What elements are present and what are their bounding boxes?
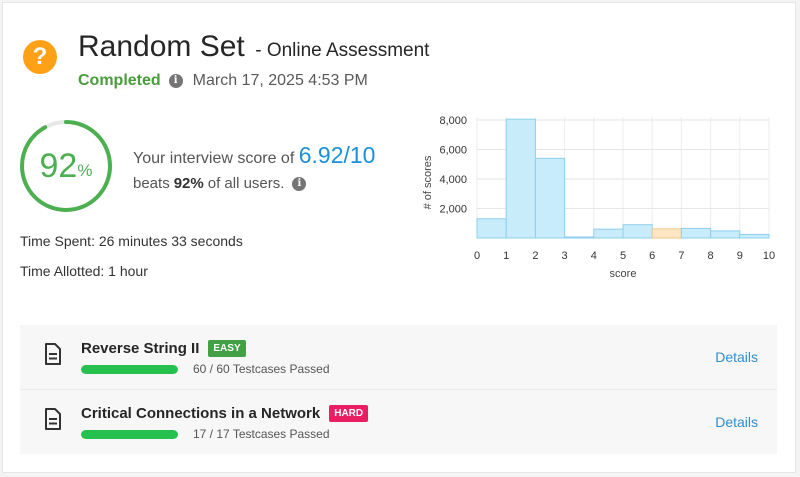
score-histogram: 2,000 4,000 6,000 8,000 0 1 2 3 4 5 6 7 8 9 10 # of s… (422, 115, 775, 280)
score-rank-prefix: beats (133, 175, 170, 192)
problem-name[interactable]: Critical Connections in a Network (81, 405, 320, 422)
chart-x-axis-label: score (610, 268, 637, 280)
problem-list: Reverse String II EASY 60 / 60 Testcases… (20, 325, 777, 454)
time-allotted: Time Allotted: 1 hour (20, 263, 148, 279)
details-link[interactable]: Details (715, 414, 758, 430)
score-rank-suffix: of all users. (207, 175, 285, 192)
x-tick-label: 10 (763, 250, 775, 262)
document-icon (45, 408, 61, 430)
difficulty-badge: EASY (208, 340, 246, 357)
y-tick-label: 4,000 (439, 174, 467, 186)
histogram-bar (651, 228, 682, 239)
histogram-bar (534, 157, 566, 239)
score-rank-percent: 92% (173, 175, 204, 192)
page-title: Random Set - Online Assessment (78, 30, 429, 64)
score-summary-label: Your interview score of (133, 150, 299, 167)
x-tick-label: 1 (503, 250, 509, 262)
problem-row: Reverse String II EASY 60 / 60 Testcases… (20, 325, 777, 389)
histogram-bar (593, 228, 624, 239)
chart-x-ticks: 0 1 2 3 4 5 6 7 8 9 10 (474, 250, 775, 262)
x-tick-label: 0 (474, 250, 480, 262)
score-percent: 92 % (18, 118, 114, 214)
completion-date: March 17, 2025 4:53 PM (192, 72, 368, 89)
testcase-progress-fill (81, 365, 178, 374)
score-percent-number: 92 (39, 146, 78, 185)
testcase-count: 60 / 60 Testcases Passed (193, 362, 330, 376)
chart-y-ticks: 2,000 4,000 6,000 8,000 (439, 115, 467, 216)
testcase-count: 17 / 17 Testcases Passed (193, 427, 330, 441)
histogram-bar (476, 218, 507, 239)
histogram-bar (564, 236, 595, 239)
info-icon[interactable]: i (168, 74, 183, 88)
score-summary: Your interview score of 6.92/10 (133, 142, 375, 169)
x-tick-label: 7 (678, 250, 684, 262)
testcase-progress-bar (81, 430, 178, 439)
score-percent-sign: % (77, 161, 93, 180)
problem-title[interactable]: Critical Connections in a Network HARD (81, 405, 369, 422)
info-icon[interactable]: i (292, 176, 307, 191)
histogram-bar (505, 118, 536, 239)
score-value: 6.92/10 (298, 142, 376, 168)
x-tick-label: 4 (591, 250, 597, 262)
problem-name[interactable]: Reverse String II (81, 340, 199, 357)
chart-y-axis-label: # of scores (422, 155, 434, 209)
difficulty-badge: HARD (329, 405, 369, 422)
histogram-bar (739, 233, 770, 239)
problem-title[interactable]: Reverse String II EASY (81, 340, 246, 357)
histogram-bar (680, 227, 712, 239)
y-tick-label: 2,000 (439, 203, 467, 215)
y-tick-label: 8,000 (439, 115, 467, 127)
testcase-progress-fill (81, 430, 178, 439)
status-badge: Completed (78, 72, 161, 89)
x-tick-label: 6 (649, 250, 655, 262)
histogram-bar (622, 224, 653, 239)
question-icon: ? (23, 40, 57, 74)
status-row: Completed i March 17, 2025 4:53 PM (78, 72, 368, 90)
y-tick-label: 6,000 (439, 144, 467, 156)
x-tick-label: 8 (708, 250, 714, 262)
title-subtitle: - Online Assessment (255, 40, 430, 61)
x-tick-label: 2 (532, 250, 538, 262)
time-spent: Time Spent: 26 minutes 33 seconds (20, 233, 243, 249)
x-tick-label: 5 (620, 250, 626, 262)
title-main: Random Set (78, 30, 245, 63)
x-tick-label: 9 (737, 250, 743, 262)
x-tick-label: 3 (562, 250, 568, 262)
histogram-bar (710, 230, 741, 239)
details-link[interactable]: Details (715, 349, 758, 365)
problem-row: Critical Connections in a Network HARD 1… (20, 390, 777, 454)
testcase-progress-bar (81, 365, 178, 374)
score-rank: beats 92% of all users. i (133, 175, 307, 192)
document-icon (45, 343, 61, 365)
